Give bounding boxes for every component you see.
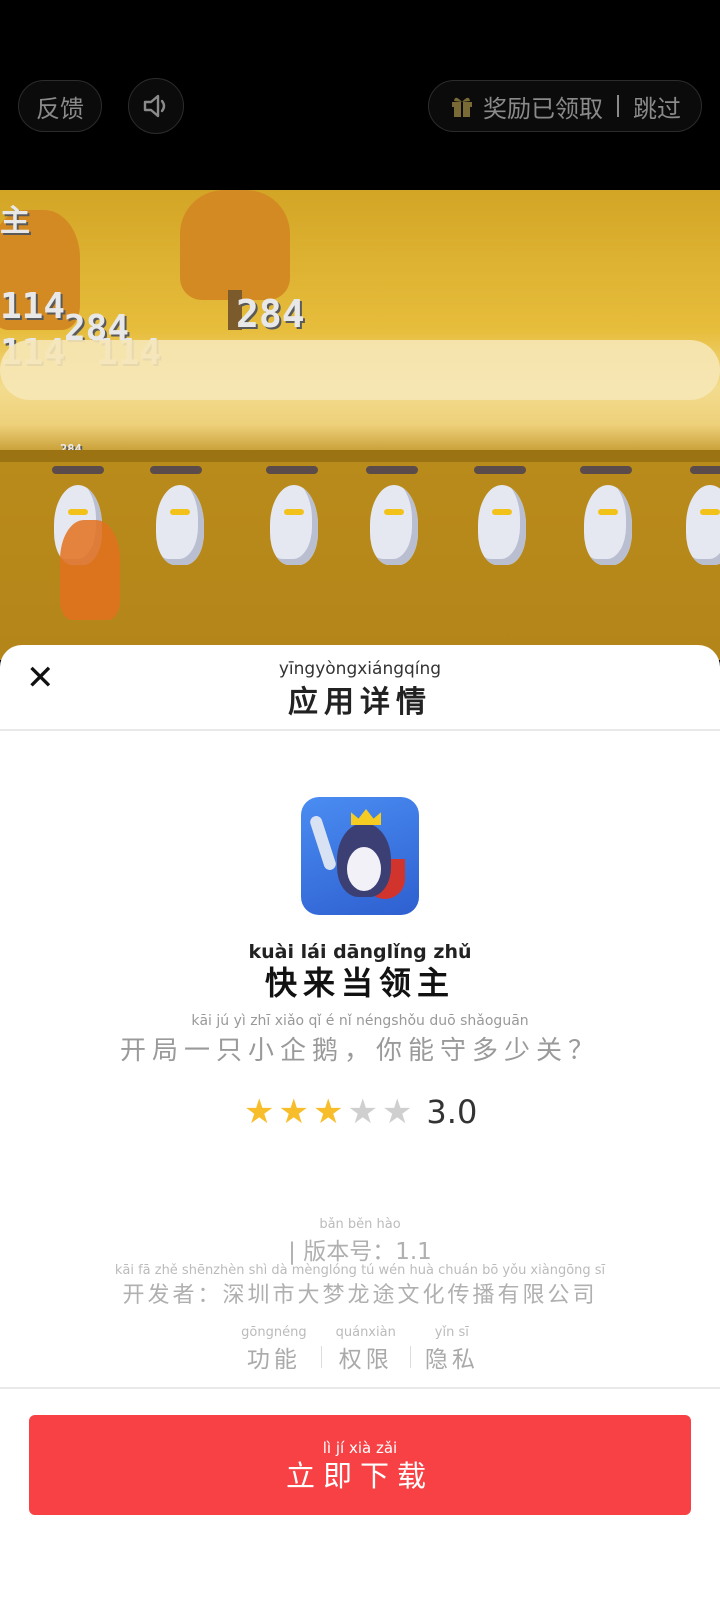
star-icon: ★ [312, 1092, 344, 1132]
sound-toggle-button[interactable] [128, 78, 184, 134]
link-label: 隐私 [424, 1347, 479, 1373]
link-pinyin: yǐn sī [434, 1325, 469, 1340]
scene-label: 主 [0, 204, 30, 239]
game-video-scene: 主 114 284 114 114 284 284 [0, 190, 720, 660]
speaker-icon [143, 94, 166, 118]
feedback-label: 反馈 [36, 94, 84, 123]
app-name: 快来当领主 [264, 964, 455, 1002]
developer-pinyin: kāi fā zhě shēnzhèn shì dà mènglóng tú w… [114, 1263, 606, 1278]
info-links: gōngnéng 功能 quánxiàn 权限 yǐn sī 隐私 [0, 1325, 720, 1374]
reward-skip-button[interactable]: 奖励已领取 跳过 [428, 80, 702, 132]
enemy-sprite [478, 485, 526, 565]
enemy-sprite [584, 485, 632, 565]
developer-text: 开发者：深圳市大梦龙途文化传播有限公司 [122, 1283, 598, 1308]
version-text: | 版本号：1.1 [288, 1239, 432, 1265]
enemy-sprite [686, 485, 720, 565]
link-pinyin: quánxiàn [335, 1325, 396, 1340]
link-permissions[interactable]: quánxiàn 权限 [322, 1325, 410, 1374]
divider [0, 729, 720, 731]
title-pinyin: yīngyòngxiángqíng [278, 659, 442, 679]
enemy-hp-bar [580, 466, 632, 474]
rating-score: 3.0 [426, 1093, 478, 1131]
link-features[interactable]: gōngnéng 功能 [227, 1325, 320, 1374]
divider [617, 95, 619, 117]
star-icon: ★ [244, 1092, 275, 1132]
enemy-hp-bar [266, 466, 318, 474]
enemy-hp-bar [474, 466, 526, 474]
star-icon: ★ [381, 1092, 413, 1132]
ad-top-bar: 反馈 奖励已领取 跳过 [0, 0, 720, 190]
app-details-sheet: ✕ yīngyòngxiángqíng 应用详情 kuài lái dānglǐ… [0, 645, 720, 1600]
sheet-title: 应用详情 [288, 685, 432, 720]
rating: ★ ★ ★ ★ ★ 3.0 [244, 1093, 477, 1131]
star-icon: ★ [347, 1092, 378, 1132]
sword-icon [308, 814, 338, 872]
damage-number: 284 [236, 292, 305, 336]
star-icon: ★ [278, 1092, 309, 1132]
enemy-hp-bar [690, 466, 720, 474]
divider [0, 1387, 720, 1389]
app-icon [301, 797, 419, 915]
version-pinyin: bǎn běn hào [319, 1217, 401, 1232]
app-description: 开局一只小企鹅，你能守多少关？ [119, 1036, 600, 1066]
download-label: 立即下载 [285, 1459, 434, 1493]
link-label: 功能 [246, 1347, 301, 1373]
enemy-sprite [156, 485, 204, 565]
crown-icon [351, 809, 381, 825]
hero-sprite [60, 520, 120, 620]
enemy-hp-bar [366, 466, 418, 474]
feedback-button[interactable]: 反馈 [18, 80, 102, 132]
link-privacy[interactable]: yǐn sī 隐私 [411, 1325, 493, 1374]
skip-label: 跳过 [633, 94, 681, 123]
enemy-sprite [270, 485, 318, 565]
damage-number: 114 [0, 286, 66, 327]
road [0, 450, 720, 462]
reward-claimed-label: 奖励已领取 [483, 94, 603, 123]
download-button[interactable]: lì jí xià zǎi 立即下载 [29, 1415, 691, 1515]
enemy-hp-bar [52, 466, 104, 474]
gift-icon [452, 97, 472, 117]
tree [180, 190, 290, 300]
link-label: 权限 [338, 1347, 393, 1373]
penguin-belly [347, 847, 381, 891]
link-pinyin: gōngnéng [241, 1325, 307, 1340]
enemy-hp-bar [150, 466, 202, 474]
enemy-sprite [370, 485, 418, 565]
app-desc-pinyin: kāi jú yì zhī xiǎo qǐ é nǐ néngshǒu duō … [191, 1013, 529, 1029]
cloud-band [0, 340, 720, 400]
